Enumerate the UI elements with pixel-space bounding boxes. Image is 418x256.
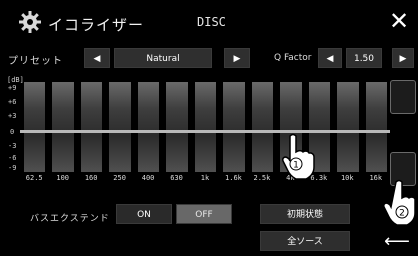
step-number: 1	[293, 161, 299, 171]
frequency-label: 1k	[200, 174, 210, 182]
db-label: +6	[8, 98, 17, 106]
frequency-label: 1.6k	[225, 174, 242, 182]
all-sources-button[interactable]: 全ソース	[260, 231, 350, 251]
eq-band-3[interactable]	[109, 82, 131, 172]
right-arrow-icon: ▶	[399, 54, 407, 64]
frequency-label: 2.5k	[253, 174, 271, 182]
frequency-label: 62.5	[25, 174, 43, 182]
settings-gear-icon	[18, 10, 42, 34]
eq-band-8[interactable]	[251, 82, 274, 172]
right-arrow-icon: ▶	[233, 54, 241, 64]
frequency-label: 250	[113, 174, 126, 182]
left-arrow-icon: ◀	[93, 54, 101, 64]
eq-graph	[20, 82, 390, 172]
source-name: DISC	[197, 15, 226, 29]
db-label: +9	[8, 84, 17, 92]
tap-hand-icon-2: 2	[382, 178, 418, 226]
step-number: 2	[399, 209, 405, 219]
preset-next-button[interactable]: ▶	[224, 48, 250, 68]
eq-level-line	[20, 130, 390, 133]
eq-band-2[interactable]	[80, 82, 103, 172]
q-factor-next-button[interactable]: ▶	[392, 48, 414, 68]
db-label: -6	[8, 154, 17, 162]
eq-band-11[interactable]	[337, 82, 359, 172]
frequency-label: 160	[84, 174, 98, 182]
eq-band-1[interactable]	[52, 82, 74, 172]
close-button[interactable]: ✕	[386, 8, 412, 34]
db-label: -9	[8, 164, 17, 172]
eq-band-12[interactable]	[365, 82, 387, 172]
eq-band-6[interactable]	[194, 82, 217, 172]
q-factor-label: Q Factor	[274, 53, 312, 63]
eq-band-4[interactable]	[137, 82, 160, 172]
back-arrow-icon[interactable]: ⟵	[384, 232, 410, 252]
q-factor-prev-button[interactable]: ◀	[318, 48, 342, 68]
left-arrow-icon: ◀	[326, 54, 334, 64]
preset-label: プリセット	[8, 56, 63, 67]
db-label: -3	[8, 142, 17, 150]
reset-button[interactable]: 初期状態	[260, 204, 350, 224]
bass-extend-label: バスエクステンド	[30, 214, 110, 224]
db-label: 0	[10, 128, 15, 136]
tap-hand-icon-1: 1	[276, 132, 316, 180]
page-title: イコライザー	[48, 16, 145, 34]
preset-value: Natural	[114, 48, 212, 68]
eq-band-0[interactable]	[24, 82, 46, 172]
band-select-up[interactable]	[390, 80, 416, 114]
frequency-label: 100	[56, 174, 70, 182]
bass-extend-on-button[interactable]: ON	[116, 204, 172, 224]
bass-extend-off-button[interactable]: OFF	[176, 204, 232, 224]
db-label: +3	[8, 112, 17, 120]
frequency-label: 630	[170, 174, 183, 182]
frequency-label: 400	[141, 174, 155, 182]
eq-band-5[interactable]	[166, 82, 188, 172]
eq-band-7[interactable]	[223, 82, 245, 172]
preset-prev-button[interactable]: ◀	[84, 48, 110, 68]
q-factor-value: 1.50	[346, 48, 382, 68]
frequency-label: 10k	[340, 174, 354, 182]
